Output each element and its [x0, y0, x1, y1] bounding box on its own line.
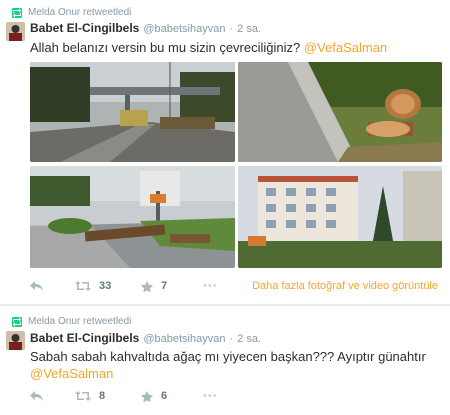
star-icon [141, 390, 153, 402]
photo[interactable] [30, 62, 235, 162]
separator: · [229, 333, 234, 345]
more-button[interactable]: ••• [203, 390, 218, 402]
favorite-count: 7 [161, 280, 168, 292]
tweet[interactable]: Melda Onur retweetledi Babet El-Cingilbe… [0, 0, 450, 305]
separator: · [229, 23, 234, 35]
retweet-icon [75, 281, 91, 291]
tweet-text-body: Allah belanızı versin bu mu sizin çevrec… [30, 40, 304, 55]
retweeted-by-text[interactable]: Melda Onur retweetledi [28, 316, 131, 327]
username[interactable]: @babetsihayvan [143, 333, 225, 345]
retweet-count: 8 [99, 390, 106, 402]
tweet-text-body: Sabah sabah kahvaltıda ağaç mı yiyecen b… [30, 349, 426, 364]
retweet-icon [12, 7, 22, 18]
more-button[interactable]: ••• [203, 280, 218, 292]
more-icon: ••• [203, 280, 218, 292]
mention-link[interactable]: @VefaSalman [30, 365, 438, 382]
tweet-actions: 33 7 ••• [30, 280, 218, 292]
retweet-icon [12, 316, 22, 327]
avatar[interactable] [6, 22, 25, 41]
timestamp[interactable]: 2 sa. [237, 23, 261, 35]
photo[interactable] [238, 166, 442, 268]
retweet-button[interactable]: 8 [75, 390, 141, 402]
tweet-text: Allah belanızı versin bu mu sizin çevrec… [30, 39, 438, 56]
timestamp[interactable]: 2 sa. [237, 333, 261, 345]
retweet-icon [75, 391, 91, 401]
star-icon [141, 280, 153, 292]
avatar[interactable] [6, 331, 25, 350]
tweet-header: Babet El-Cingilbels @babetsihayvan · 2 s… [30, 21, 261, 35]
retweet-context: Melda Onur retweetledi [12, 316, 131, 327]
retweet-button[interactable]: 33 [75, 280, 141, 292]
retweet-context: Melda Onur retweetledi [12, 7, 131, 18]
mention-link[interactable]: @VefaSalman [304, 40, 387, 55]
tweet[interactable]: Melda Onur retweetledi Babet El-Cingilbe… [0, 306, 450, 415]
retweeted-by-text[interactable]: Melda Onur retweetledi [28, 7, 131, 18]
username[interactable]: @babetsihayvan [143, 23, 225, 35]
view-more-media-link[interactable]: Daha fazla fotoğraf ve video görüntüle [252, 280, 438, 292]
tweet-actions: 8 6 ••• [30, 390, 218, 402]
tweet-header: Babet El-Cingilbels @babetsihayvan · 2 s… [30, 331, 261, 345]
favorite-button[interactable]: 6 [141, 390, 203, 402]
fullname[interactable]: Babet El-Cingilbels [30, 331, 139, 345]
more-icon: ••• [203, 390, 218, 402]
reply-button[interactable] [30, 281, 75, 291]
favorite-count: 6 [161, 390, 168, 402]
retweet-count: 33 [99, 280, 112, 292]
reply-icon [30, 281, 43, 291]
fullname[interactable]: Babet El-Cingilbels [30, 21, 139, 35]
reply-icon [30, 391, 43, 401]
photo[interactable] [238, 62, 442, 162]
favorite-button[interactable]: 7 [141, 280, 203, 292]
media-grid [30, 62, 442, 268]
reply-button[interactable] [30, 391, 75, 401]
tweet-text: Sabah sabah kahvaltıda ağaç mı yiyecen b… [30, 348, 438, 382]
photo[interactable] [30, 166, 235, 268]
